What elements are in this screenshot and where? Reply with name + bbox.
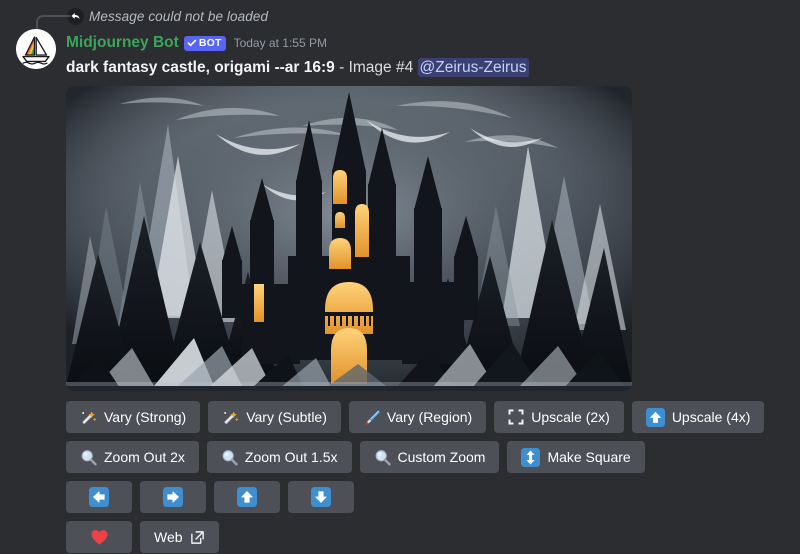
action-rows: Vary (Strong) Vary (Subtle) Vary (Region… (66, 401, 800, 553)
magic-wand-icon (222, 409, 239, 426)
action-row-2: Zoom Out 2x Zoom Out 1.5x Custom Zoom Ma… (66, 441, 800, 473)
message-header: Midjourney Bot BOT Today at 1:55 PM (66, 32, 800, 54)
arrow-up-square-icon (237, 487, 257, 507)
button-label: Make Square (547, 449, 631, 465)
user-mention[interactable]: @Zeirus-Zeirus (417, 58, 529, 77)
message-content: dark fantasy castle, origami --ar 16:9 -… (66, 58, 800, 78)
message-timestamp: Today at 1:55 PM (233, 36, 327, 50)
pan-right-button[interactable] (140, 481, 206, 513)
favorite-button[interactable] (66, 521, 132, 553)
pan-down-button[interactable] (288, 481, 354, 513)
arrow-up-square-icon (645, 407, 665, 427)
button-label: Zoom Out 1.5x (244, 449, 338, 465)
external-link-icon (190, 530, 205, 545)
button-label: Custom Zoom (397, 449, 486, 465)
vary-strong-button[interactable]: Vary (Strong) (66, 401, 201, 433)
arrow-up-down-square-icon (521, 447, 541, 467)
pan-up-button[interactable] (214, 481, 280, 513)
button-label: Upscale (2x) (531, 409, 610, 425)
web-button[interactable]: Web (140, 521, 219, 553)
action-row-1: Vary (Strong) Vary (Subtle) Vary (Region… (66, 401, 800, 433)
action-row-3 (66, 481, 800, 513)
heart-icon (90, 528, 109, 547)
author-name[interactable]: Midjourney Bot (66, 35, 179, 51)
avatar[interactable] (16, 29, 56, 69)
magic-wand-icon (80, 409, 97, 426)
magnifier-icon (221, 449, 238, 466)
reply-reference[interactable]: Message could not be loaded (36, 4, 800, 31)
bot-badge: BOT (183, 35, 226, 51)
button-label: Upscale (4x) (671, 409, 751, 425)
verified-check-icon (187, 38, 197, 48)
reply-text: Message could not be loaded (89, 8, 269, 24)
zoom-out-2x-button[interactable]: Zoom Out 2x (66, 441, 199, 473)
vary-subtle-button[interactable]: Vary (Subtle) (208, 401, 341, 433)
zoom-out-1-5x-button[interactable]: Zoom Out 1.5x (206, 441, 352, 473)
button-label: Vary (Region) (386, 409, 473, 425)
pan-left-button[interactable] (66, 481, 132, 513)
discord-message: Message could not be loaded Midjourney B… (0, 0, 800, 554)
make-square-button[interactable]: Make Square (507, 441, 645, 473)
action-row-4: Web (66, 521, 800, 553)
image-index-text: - Image #4 (334, 59, 418, 76)
vary-region-button[interactable]: Vary (Region) (348, 401, 487, 433)
generated-image[interactable] (66, 86, 632, 391)
magnifier-icon (80, 449, 97, 466)
upscale-4x-button[interactable]: Upscale (4x) (631, 401, 765, 433)
prompt-text: dark fantasy castle, origami --ar 16:9 (66, 59, 335, 76)
magnifier-icon (374, 449, 391, 466)
reply-spine (36, 15, 70, 31)
button-label: Vary (Subtle) (246, 409, 327, 425)
button-label: Zoom Out 2x (104, 449, 185, 465)
button-label: Web (154, 529, 183, 545)
arrow-right-square-icon (163, 487, 183, 507)
bot-badge-label: BOT (198, 36, 222, 49)
upscale-2x-button[interactable]: Upscale (2x) (494, 401, 624, 433)
paintbrush-icon (363, 409, 380, 426)
arrow-left-square-icon (89, 487, 109, 507)
button-label: Vary (Strong) (104, 409, 187, 425)
custom-zoom-button[interactable]: Custom Zoom (359, 441, 500, 473)
arrow-down-square-icon (311, 487, 331, 507)
expand-corners-icon (508, 409, 524, 425)
